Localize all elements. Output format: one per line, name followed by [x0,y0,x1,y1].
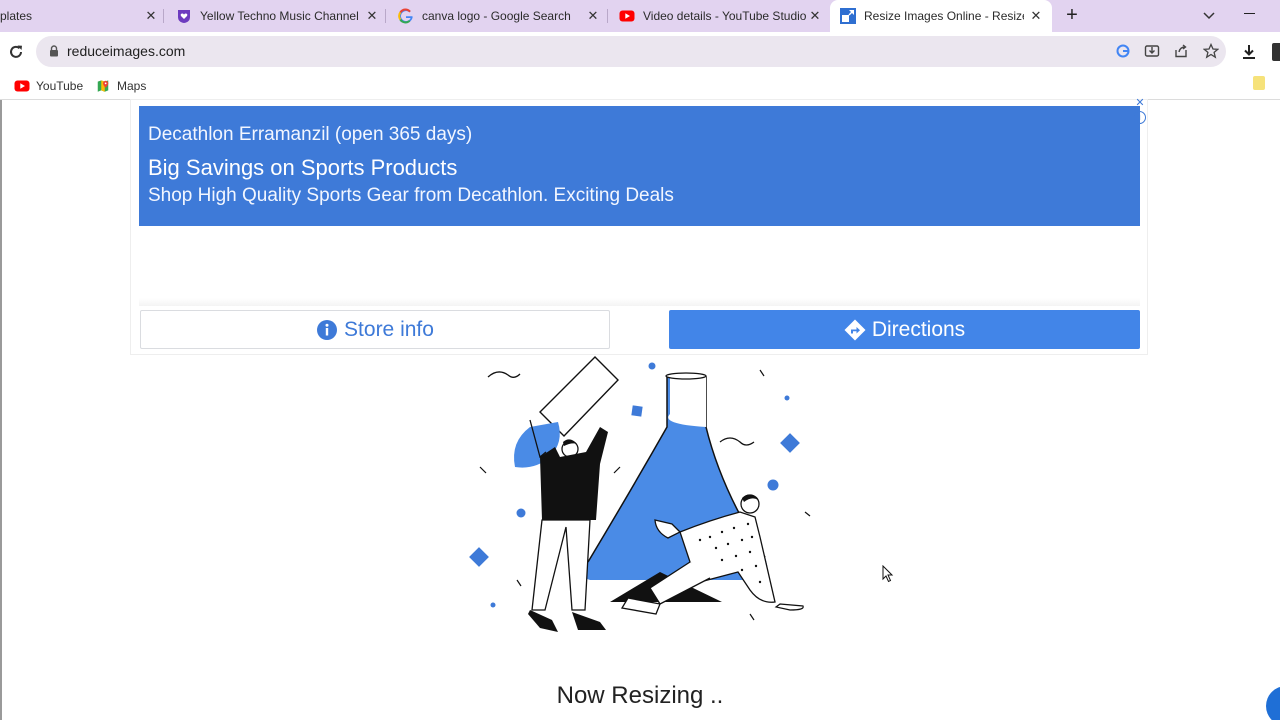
ad-description[interactable]: Shop High Quality Sports Gear from Decat… [148,185,674,207]
directions-label: Directions [871,317,966,341]
download-icon[interactable] [1240,43,1258,61]
tab-title: Video details - YouTube Studio [643,9,807,23]
share-icon[interactable] [1173,43,1189,59]
google-lens-icon[interactable] [1115,43,1131,59]
youtube-icon [619,10,635,22]
store-info-button[interactable]: Store info [140,310,610,349]
tab-strip: plates ✕ Yellow Techno Music Channel Yo … [0,0,1280,32]
bookmarks-bar: YouTube Maps [0,72,1280,100]
close-ad-icon[interactable]: ✕ [1134,97,1146,109]
ad-banner[interactable]: Decathlon Erramanzil (open 365 days) Big… [139,106,1140,226]
tab-yellow-techno[interactable]: Yellow Techno Music Channel Yo ✕ [166,0,382,32]
tab-plates[interactable]: plates ✕ [0,0,160,32]
tab-title: Resize Images Online - Resize JP [864,9,1024,23]
resize-icon [840,8,856,24]
minimize-button[interactable] [1244,13,1255,14]
browser-toolbar: reduceimages.com [0,32,1280,72]
tab-canva-search[interactable]: canva logo - Google Search ✕ [388,0,604,32]
tab-resize-images[interactable]: Resize Images Online - Resize JP ✕ [830,0,1052,32]
extensions-icon[interactable] [1272,43,1280,61]
ad-store-name[interactable]: Decathlon Erramanzil (open 365 days) [148,124,472,146]
info-icon [317,319,338,340]
new-tab-button[interactable]: + [1061,5,1083,27]
address-bar[interactable]: reduceimages.com [36,36,1226,67]
ad-headline[interactable]: Big Savings on Sports Products [148,155,457,181]
heart-shield-icon [178,10,190,23]
star-icon[interactable] [1203,43,1219,59]
tab-title: canva logo - Google Search [422,9,571,23]
google-g-icon [398,8,413,24]
tab-youtube-studio[interactable]: Video details - YouTube Studio ✕ [610,0,828,32]
reload-icon[interactable] [7,43,25,61]
resizing-status: Now Resizing .. [556,682,724,709]
directions-icon [844,319,866,340]
bookmark-youtube[interactable]: YouTube [14,76,83,96]
bookmark-label: Maps [117,79,147,93]
mouse-cursor-icon [882,565,894,583]
tab-title: plates [0,9,33,23]
close-icon[interactable]: ✕ [808,9,822,23]
close-icon[interactable]: ✕ [365,9,379,23]
directions-button[interactable]: Directions [669,310,1140,349]
close-icon[interactable]: ✕ [586,9,600,23]
chevron-down-icon[interactable] [1201,7,1217,23]
page-edge [0,100,2,720]
bookmark-folder-icon[interactable] [1253,76,1265,90]
lock-icon[interactable] [49,45,59,57]
tab-title: Yellow Techno Music Channel Yo [200,9,358,23]
bookmark-label: YouTube [36,79,84,93]
youtube-icon [14,80,30,92]
close-icon[interactable]: ✕ [1029,9,1043,23]
resizing-illustration [469,356,811,632]
bookmark-maps[interactable]: Maps [95,76,146,96]
maps-icon [97,80,109,92]
install-app-icon[interactable] [1144,43,1160,59]
store-info-label: Store info [344,317,434,341]
close-icon[interactable]: ✕ [144,9,158,23]
url-text[interactable]: reduceimages.com [67,43,185,59]
ad-divider [139,298,1140,306]
ad-info-icon[interactable]: i [1133,111,1146,124]
